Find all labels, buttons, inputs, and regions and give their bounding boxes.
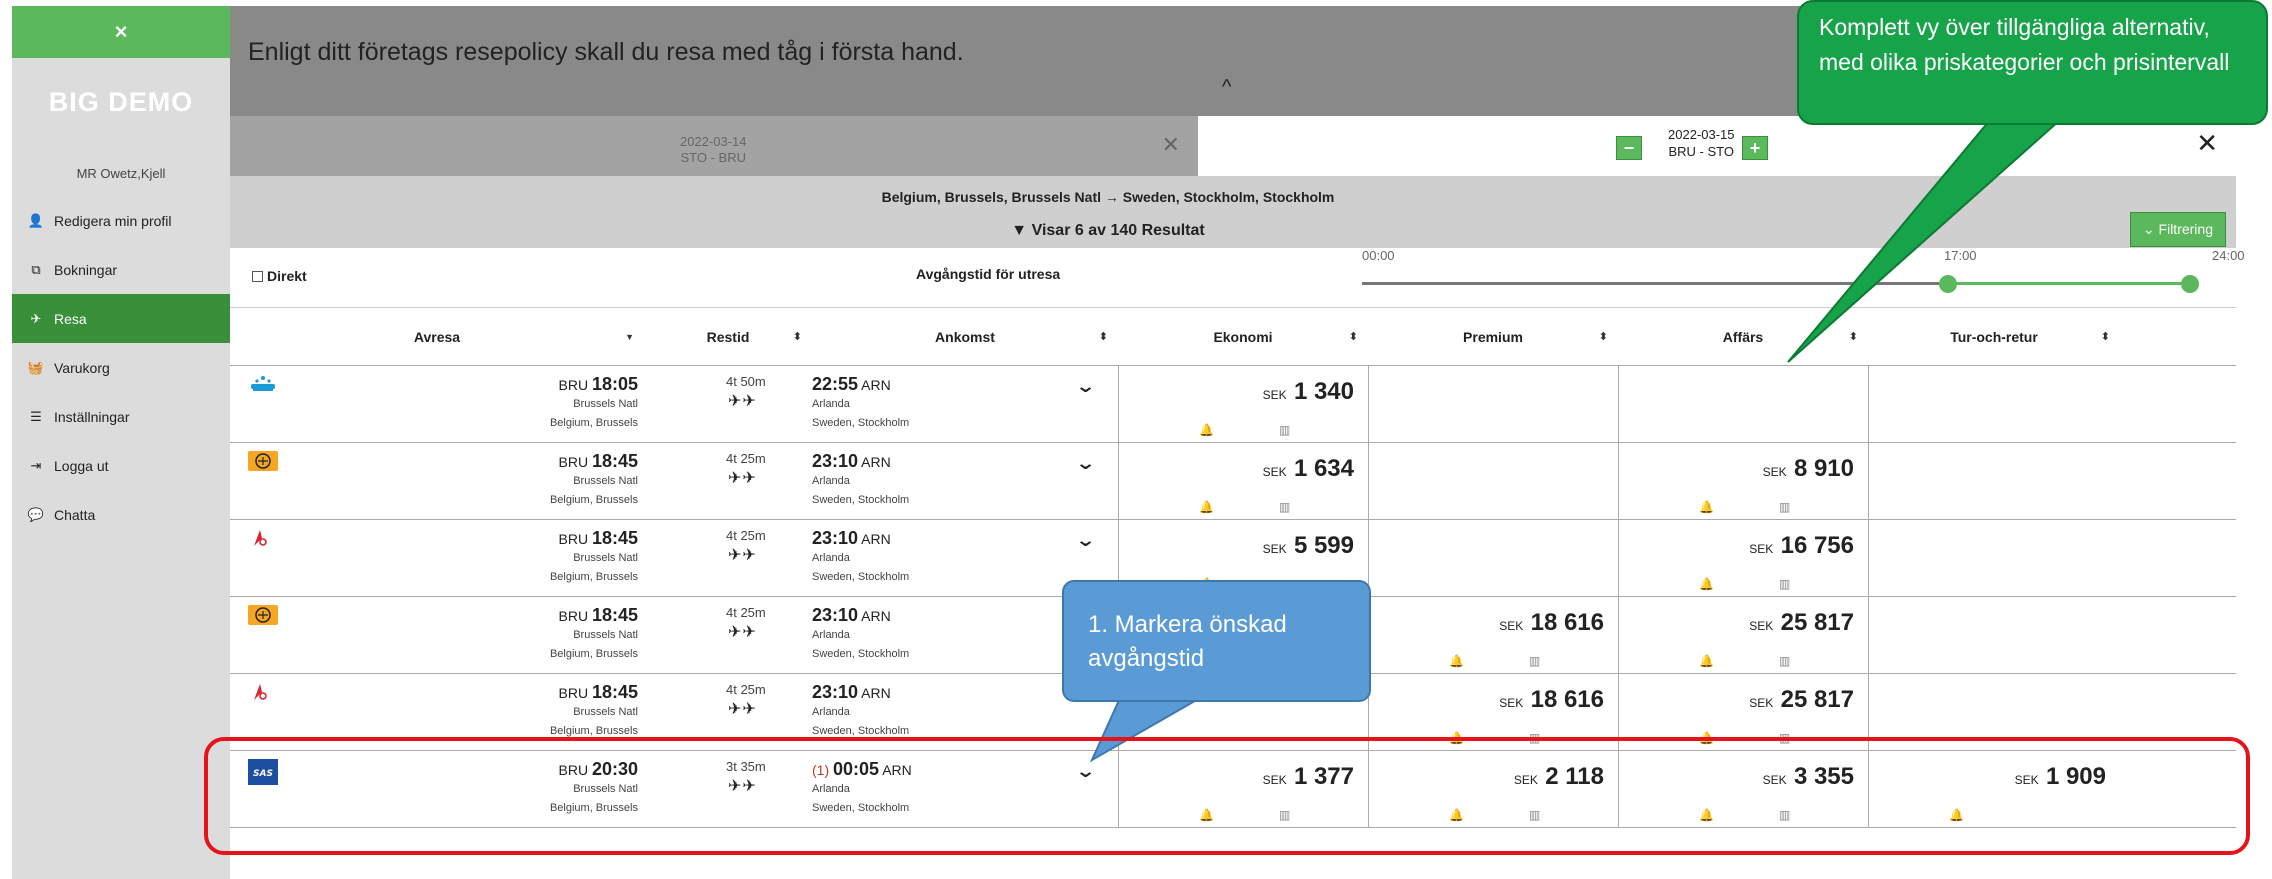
callout-green: Komplett vy över tillgängliga alternativ… <box>1797 0 2268 125</box>
green-callout-tail <box>1787 119 2063 363</box>
callout-blue: 1. Markera önskad avgångstid <box>1062 580 1371 702</box>
highlight-frame <box>204 737 2250 855</box>
app-root: × BIG DEMO MR Owetz,Kjell 👤 Redigera min … <box>0 0 2272 879</box>
